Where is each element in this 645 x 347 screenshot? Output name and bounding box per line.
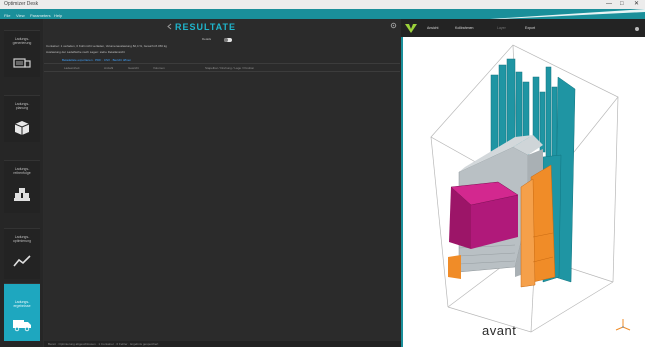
viewer-settings-icon[interactable] [634,26,640,32]
window-title: Optimizer Desk [4,1,39,7]
avant-logo-icon [405,24,417,33]
sidebar-item-label: Ladungs- reihenfolge [13,167,31,175]
minimize-button[interactable]: — [606,0,612,8]
stacked-boxes-icon [14,188,30,201]
close-button[interactable]: ✕ [634,0,639,8]
result-summary-line-2: Auslastung der Ladefläche nach Lagen: si… [46,50,125,54]
maximize-button[interactable]: □ [620,0,624,8]
settings-gear-icon[interactable] [390,22,397,29]
table-header-unit: Ladeeinheit [64,66,80,70]
details-toggle-label: Details [202,37,212,41]
details-toggle[interactable] [224,38,232,42]
brand-wordmark: avant [482,323,517,338]
sidebar-item-label: Ladungs- optimierung [12,235,32,243]
line-chart-icon [13,255,31,267]
viewer-tool-export[interactable]: Export [525,26,535,30]
viewer-toolbar: Ansicht Kollirahmen Layer Export [401,19,645,37]
viewer-tool-boxframe[interactable]: Kollirahmen [455,26,473,30]
result-summary-line: Container: 1 verladen, 0 Kolli nicht ver… [46,44,167,48]
sidebar-item-load-results[interactable]: Ladungs- ergebnisse [4,283,40,341]
truck-loader-icon [13,58,31,68]
page-title: RESULTATE [175,22,236,32]
package-box-icon [14,121,30,135]
status-text: Bereit · Optimierung abgeschlossen · 1 C… [48,342,159,346]
divider [44,71,400,72]
magenta-cargo-block [449,181,519,249]
viewer-tool-view[interactable]: Ansicht [427,26,438,30]
table-header-weight: Gewicht [128,66,139,70]
axis-gizmo-icon [615,319,631,331]
table-header-stacking: Stapelbar / Drehung / Lage / Position [205,66,255,70]
sidebar-item-load-sequence[interactable]: Ladungs- reihenfolge [4,160,40,213]
load-3d-render [430,44,631,333]
delivery-truck-icon [13,320,31,332]
table-header-count: Anzahl [104,66,114,70]
divider [44,63,400,64]
sidebar-item-label: Ladungs- ergebnisse [13,300,31,308]
table-header-volume: Volumen [153,66,165,70]
sidebar-item-label: Ladungs- planung [14,102,30,110]
back-chevron-icon[interactable] [167,23,173,30]
sidebar-item-label: Ladungs- generierung [12,37,32,45]
title-bar: Optimizer Desk — □ ✕ [0,0,645,9]
sidebar-item-load-optimization[interactable]: Ladungs- optimierung [4,228,40,279]
export-link[interactable]: Beladeliste exportieren · PDF · CSV · Be… [62,58,131,62]
status-bar: Bereit · Optimierung abgeschlossen · 1 C… [44,341,401,347]
sidebar-item-load-generation[interactable]: Ladungs- generierung [4,30,40,77]
viewer-tool-layer[interactable]: Layer [497,26,506,30]
sidebar-item-load-planning[interactable]: Ladungs- planung [4,95,40,142]
